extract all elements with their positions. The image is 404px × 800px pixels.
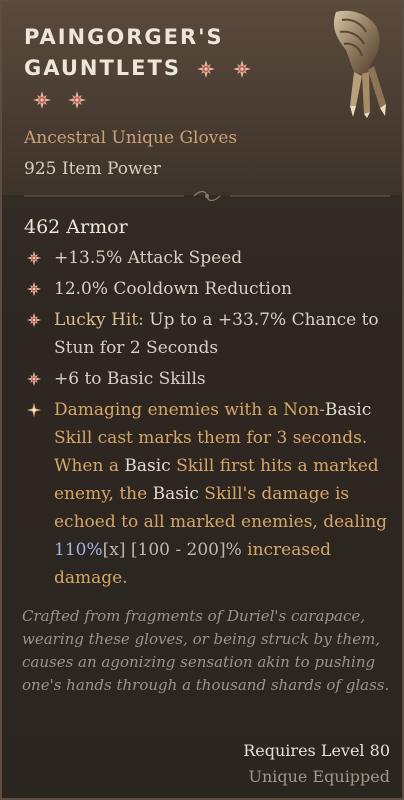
legendary-range: [100 - 200]% [125, 540, 242, 560]
affix-attack-speed: +13.5% Attack Speed [24, 244, 396, 272]
star-gem-icon [232, 59, 252, 79]
legendary-aspect: Damaging enemies with a Non-Basic Skill … [24, 396, 396, 592]
legendary-bracket: [x] [102, 540, 126, 560]
affix-cooldown: 12.0% Cooldown Reduction [24, 275, 396, 303]
keyword-basic: Basic [152, 484, 199, 504]
tooltip-header: PAINGORGER'S GAUNTLETS Ancestral Unique … [2, 2, 402, 195]
affix-text: 12.0% Cooldown Reduction [54, 279, 293, 299]
equip-status: Unique Equipped [248, 767, 390, 786]
item-title-line1: PAINGORGER'S [24, 25, 224, 49]
item-title-line2: GAUNTLETS [24, 56, 181, 80]
lucky-hit-label: Lucky Hit: [54, 310, 144, 330]
section-divider [24, 190, 390, 202]
star-gem-icon [26, 312, 42, 328]
legendary-text: Damaging enemies with a Non- [54, 400, 325, 420]
armor-value: 462 Armor [24, 216, 128, 238]
star-gem-icon [32, 90, 52, 110]
star-gem-icon [67, 90, 87, 110]
affix-text: +6 to Basic Skills [54, 369, 206, 389]
affix-basic-skills: +6 to Basic Skills [24, 365, 396, 393]
item-title: PAINGORGER'S GAUNTLETS [24, 22, 294, 115]
gauntlet-icon [333, 10, 386, 118]
star-gem-icon [196, 59, 216, 79]
legendary-value: 110% [54, 540, 103, 560]
item-tooltip: PAINGORGER'S GAUNTLETS Ancestral Unique … [0, 0, 404, 800]
item-subtype: Ancestral Unique Gloves [24, 128, 238, 148]
flavor-text: Crafted from fragments of Duriel's carap… [22, 607, 390, 694]
affix-text: +13.5% Attack Speed [54, 248, 243, 268]
star-gem-icon [26, 371, 42, 387]
item-power: 925 Item Power [24, 159, 161, 179]
level-requirement: Requires Level 80 [243, 741, 390, 760]
keyword-basic: Basic [324, 400, 372, 420]
keyword-basic: Basic [124, 456, 171, 476]
item-stats: 462 Armor +13.5% Attack Speed 12.0% Cool… [24, 216, 396, 595]
star-gem-icon [26, 250, 42, 266]
spark-icon [26, 402, 42, 418]
affix-lucky-hit: Lucky Hit: Up to a +33.7% Chance to Stun… [24, 306, 396, 362]
star-gem-icon [26, 281, 42, 297]
